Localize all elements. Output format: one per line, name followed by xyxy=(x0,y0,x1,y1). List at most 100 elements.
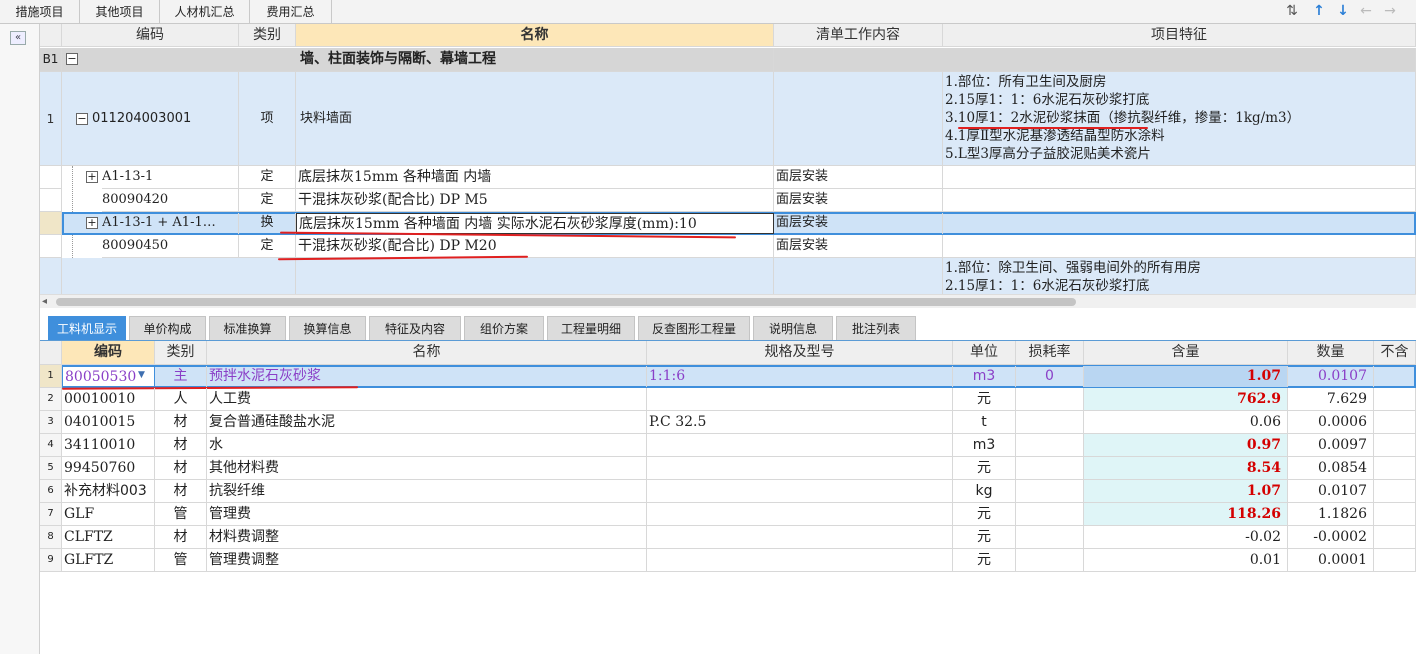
cell-loss xyxy=(1016,503,1084,526)
cell-code[interactable]: CLFTZ xyxy=(62,526,155,549)
move-right-icon[interactable]: → xyxy=(1382,3,1398,19)
section-num: B1 xyxy=(40,48,62,72)
header-extra[interactable]: 不含 xyxy=(1374,341,1416,365)
cell-content[interactable]: 0.97 xyxy=(1084,434,1288,457)
cell-content[interactable]: 118.26 xyxy=(1084,503,1288,526)
header-spec[interactable]: 规格及型号 xyxy=(647,341,953,365)
cell-extra xyxy=(1374,526,1416,549)
feature-line: 4.1厚Ⅱ型水泥基渗透结晶型防水涂料 xyxy=(945,128,1165,144)
cell-name: 其他材料费 xyxy=(207,457,647,480)
cell-loss xyxy=(1016,388,1084,411)
cell-code[interactable]: GLFTZ xyxy=(62,549,155,572)
header-features[interactable]: 项目特征 xyxy=(943,24,1416,47)
horizontal-scrollbar[interactable]: ◂ xyxy=(40,294,1416,308)
cell-code[interactable]: 补充材料003 xyxy=(62,480,155,503)
tab-measures[interactable]: 措施项目 xyxy=(0,0,80,24)
header-type[interactable]: 类别 xyxy=(155,341,207,365)
sub-type: 定 xyxy=(239,189,296,212)
cell-spec xyxy=(647,503,953,526)
cell-content[interactable]: 0.06 xyxy=(1084,411,1288,434)
sub-name[interactable]: 底层抹灰15mm 各种墙面 内墙 实际水泥石灰砂浆厚度(mm):10 xyxy=(296,213,774,234)
item-type: 项 xyxy=(239,72,296,166)
chevron-down-icon[interactable]: ▼ xyxy=(138,370,145,380)
tab-other-items[interactable]: 其他项目 xyxy=(80,0,160,24)
cell-code[interactable]: 34110010 xyxy=(62,434,155,457)
tab-features-content[interactable]: 特征及内容 xyxy=(369,316,461,340)
table-row[interactable]: 8 CLFTZ 材 材料费调整 元 -0.02 -0.0002 xyxy=(40,526,1416,549)
header-name[interactable]: 名称 xyxy=(296,24,774,47)
table-row[interactable]: 6 补充材料003 材 抗裂纤维 kg 1.07 0.0107 xyxy=(40,480,1416,503)
cell-content[interactable]: 762.9 xyxy=(1084,388,1288,411)
cell-content[interactable]: 0.01 xyxy=(1084,549,1288,572)
row-num: 3 xyxy=(40,411,62,434)
tab-quantity-detail[interactable]: 工程量明细 xyxy=(547,316,635,340)
move-down-icon[interactable]: ↓ xyxy=(1335,3,1351,19)
cell-extra xyxy=(1374,480,1416,503)
detail-tab-bar: 工料机显示 单价构成 标准换算 换算信息 特征及内容 组价方案 工程量明细 反查… xyxy=(40,313,1416,341)
tab-pricing-plan[interactable]: 组价方案 xyxy=(464,316,544,340)
table-row[interactable]: 5 99450760 材 其他材料费 元 8.54 0.0854 xyxy=(40,457,1416,480)
cell-code[interactable]: GLF xyxy=(62,503,155,526)
cell-content[interactable]: 8.54 xyxy=(1084,457,1288,480)
table-row[interactable]: 4 34110010 材 水 m3 0.97 0.0097 xyxy=(40,434,1416,457)
item-features: 1.部位：所有卫生间及厨房 2.15厚1：1：6水泥石灰砂浆打底 3.10厚1：… xyxy=(943,72,1416,166)
top-tab-bar: 措施项目 其他项目 人材机汇总 费用汇总 ⇅ ↑ ↓ ← → xyxy=(0,0,1416,24)
table-row[interactable]: 7 GLF 管 管理费 元 118.26 1.1826 xyxy=(40,503,1416,526)
scrollbar-thumb[interactable] xyxy=(56,298,1076,306)
header-type[interactable]: 类别 xyxy=(239,24,296,47)
header-code[interactable]: 编码 xyxy=(62,341,155,365)
tree-collapse-icon[interactable]: − xyxy=(66,53,78,65)
header-quantity[interactable]: 数量 xyxy=(1288,341,1374,365)
tab-annotation-list[interactable]: 批注列表 xyxy=(836,316,916,340)
labor-material-grid: 编码 类别 名称 规格及型号 单位 损耗率 含量 数量 不含 1 8005053… xyxy=(40,341,1416,654)
row-num: 1 xyxy=(40,365,62,388)
item-type xyxy=(239,258,296,294)
move-up-icon[interactable]: ↑ xyxy=(1311,3,1327,19)
tree-collapse-icon[interactable]: − xyxy=(76,113,88,125)
sort-icon[interactable]: ⇅ xyxy=(1284,3,1300,19)
sub-feature xyxy=(943,166,1416,189)
tab-graphic-quantity[interactable]: 反查图形工程量 xyxy=(638,316,750,340)
move-left-icon[interactable]: ← xyxy=(1358,3,1374,19)
header-loss-rate[interactable]: 损耗率 xyxy=(1016,341,1084,365)
tab-standard-conversion[interactable]: 标准换算 xyxy=(209,316,286,340)
header-code[interactable]: 编码 xyxy=(62,24,239,47)
table-row[interactable]: 3 04010015 材 复合普通硅酸盐水泥 P.C 32.5 t 0.06 0… xyxy=(40,411,1416,434)
cell-spec xyxy=(647,549,953,572)
cell-unit: t xyxy=(953,411,1016,434)
cell-code[interactable]: 00010010 xyxy=(62,388,155,411)
cell-code[interactable]: 04010015 xyxy=(62,411,155,434)
sub-work: 面层安装 xyxy=(774,213,943,234)
tab-conversion-info[interactable]: 换算信息 xyxy=(289,316,366,340)
tab-labor-material-display[interactable]: 工料机显示 xyxy=(48,316,126,340)
cell-name: 预拌水泥石灰砂浆 xyxy=(207,366,647,387)
cell-content[interactable]: -0.02 xyxy=(1084,526,1288,549)
item-features: 1.部位：除卫生间、强弱电间外的所有用房 2.15厚1：1：6水泥石灰砂浆打底 xyxy=(943,258,1416,294)
header-unit[interactable]: 单位 xyxy=(953,341,1016,365)
cell-unit: kg xyxy=(953,480,1016,503)
feature-line: 2.15厚1：1：6水泥石灰砂浆打底 xyxy=(945,92,1150,108)
header-content[interactable]: 含量 xyxy=(1084,341,1288,365)
cell-content[interactable]: 1.07 xyxy=(1084,480,1288,503)
cell-type: 管 xyxy=(155,549,207,572)
tab-labor-material-summary[interactable]: 人材机汇总 xyxy=(160,0,250,24)
scroll-left-icon[interactable]: ◂ xyxy=(42,295,47,309)
rownum-empty xyxy=(40,235,62,258)
tab-description[interactable]: 说明信息 xyxy=(753,316,833,340)
tree-expand-icon[interactable]: + xyxy=(86,171,98,183)
tree-expand-icon[interactable]: + xyxy=(86,217,98,229)
cell-type: 人 xyxy=(155,388,207,411)
sub-feature xyxy=(943,189,1416,212)
table-row[interactable]: 2 00010010 人 人工费 元 762.9 7.629 xyxy=(40,388,1416,411)
collapse-icon[interactable]: « xyxy=(10,31,26,45)
cell-spec xyxy=(647,526,953,549)
cell-spec xyxy=(647,388,953,411)
tab-cost-summary[interactable]: 费用汇总 xyxy=(250,0,332,24)
cell-loss xyxy=(1016,411,1084,434)
row-num: 5 xyxy=(40,457,62,480)
header-work-content[interactable]: 清单工作内容 xyxy=(774,24,943,47)
cell-code[interactable]: 99450760 xyxy=(62,457,155,480)
table-row[interactable]: 9 GLFTZ 管 管理费调整 元 0.01 0.0001 xyxy=(40,549,1416,572)
tab-unit-price[interactable]: 单价构成 xyxy=(129,316,206,340)
header-name[interactable]: 名称 xyxy=(207,341,647,365)
